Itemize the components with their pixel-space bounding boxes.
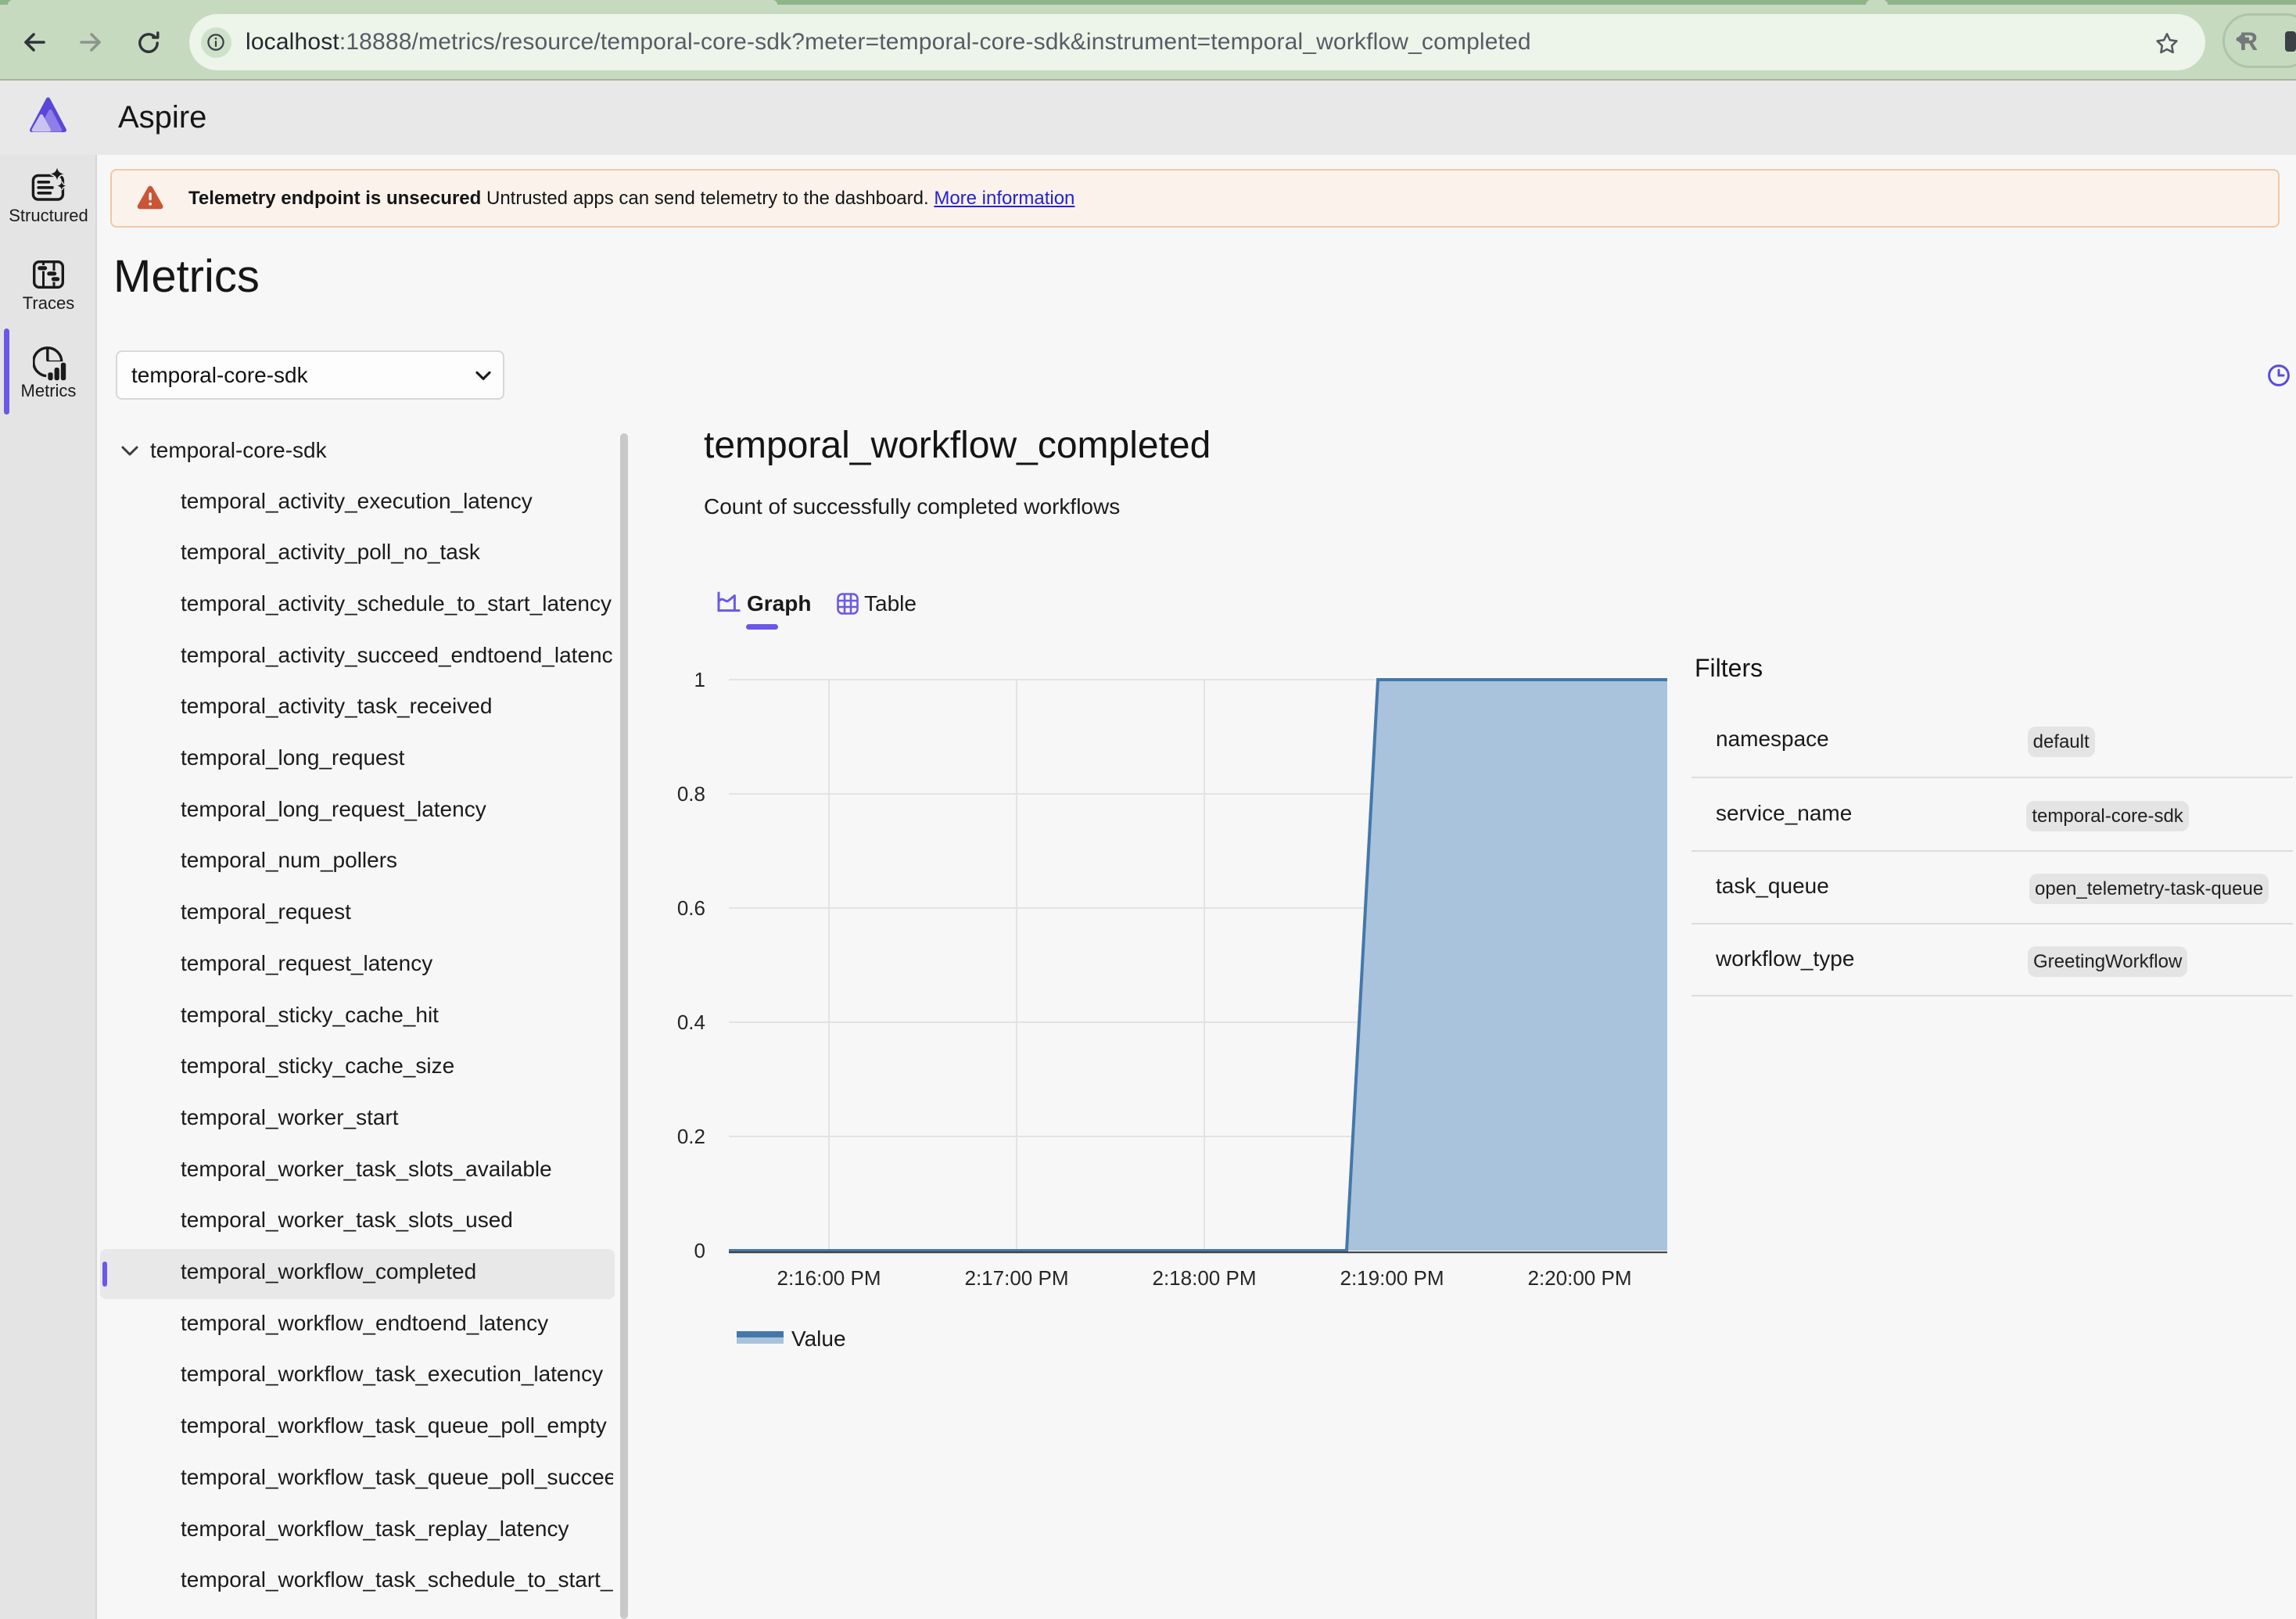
svg-text:2:18:00 PM: 2:18:00 PM bbox=[1153, 1266, 1257, 1290]
svg-text:2:16:00 PM: 2:16:00 PM bbox=[777, 1266, 881, 1290]
svg-text:2:19:00 PM: 2:19:00 PM bbox=[1340, 1266, 1444, 1290]
svg-text:2:17:00 PM: 2:17:00 PM bbox=[965, 1266, 1069, 1290]
svg-text:2:20:00 PM: 2:20:00 PM bbox=[1528, 1266, 1632, 1290]
svg-text:1: 1 bbox=[694, 668, 705, 691]
svg-text:0.6: 0.6 bbox=[677, 896, 705, 920]
svg-text:0.8: 0.8 bbox=[677, 782, 705, 806]
svg-text:0.4: 0.4 bbox=[677, 1011, 705, 1034]
svg-text:0.2: 0.2 bbox=[677, 1125, 705, 1148]
svg-text:R: R bbox=[2240, 27, 2258, 56]
svg-text:0: 0 bbox=[694, 1239, 705, 1262]
